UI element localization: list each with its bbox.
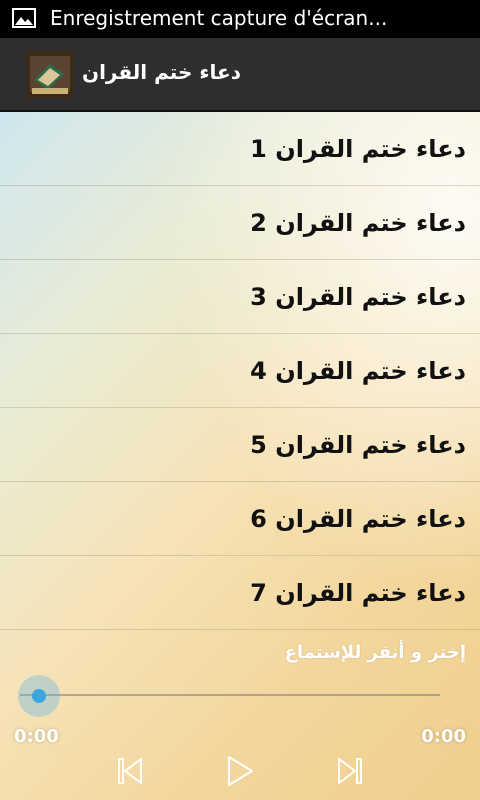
list-item[interactable]: 7 دعاء ختم القران	[0, 556, 480, 630]
list-item[interactable]: 1 دعاء ختم القران	[0, 112, 480, 186]
image-icon	[12, 8, 36, 28]
list-item-label: 6 دعاء ختم القران	[250, 504, 466, 533]
seek-thumb[interactable]	[18, 675, 60, 717]
main-content: 1 دعاء ختم القران 2 دعاء ختم القران 3 دع…	[0, 112, 480, 800]
list-item-label: 1 دعاء ختم القران	[250, 134, 466, 163]
list-item-label: 4 دعاء ختم القران	[250, 356, 466, 385]
seek-bar[interactable]	[20, 694, 440, 696]
track-list: 1 دعاء ختم القران 2 دعاء ختم القران 3 دع…	[0, 112, 480, 630]
list-item-label: 7 دعاء ختم القران	[250, 578, 466, 607]
list-item[interactable]: 6 دعاء ختم القران	[0, 482, 480, 556]
next-button[interactable]	[330, 755, 370, 791]
previous-button[interactable]	[110, 755, 150, 791]
list-item[interactable]: 4 دعاء ختم القران	[0, 334, 480, 408]
total-time: 0:00	[421, 726, 466, 747]
play-button[interactable]	[220, 755, 260, 791]
play-icon	[226, 755, 254, 791]
notification-text: Enregistrement capture d'écran...	[50, 6, 388, 30]
list-item-label: 2 دعاء ختم القران	[250, 208, 466, 237]
list-item-label: 5 دعاء ختم القران	[250, 430, 466, 459]
list-item-label: 3 دعاء ختم القران	[250, 282, 466, 311]
previous-icon	[117, 757, 143, 789]
list-item[interactable]: 5 دعاء ختم القران	[0, 408, 480, 482]
list-item[interactable]: 2 دعاء ختم القران	[0, 186, 480, 260]
action-bar: دعاء ختم القران	[0, 38, 480, 112]
next-icon	[337, 757, 363, 789]
page-title: دعاء ختم القران	[82, 60, 241, 84]
listen-hint: إختر و أنقر للإستماع	[284, 642, 466, 663]
status-bar: Enregistrement capture d'écran...	[0, 0, 480, 38]
elapsed-time: 0:00	[14, 726, 59, 747]
list-item[interactable]: 3 دعاء ختم القران	[0, 260, 480, 334]
app-icon[interactable]	[26, 50, 74, 98]
